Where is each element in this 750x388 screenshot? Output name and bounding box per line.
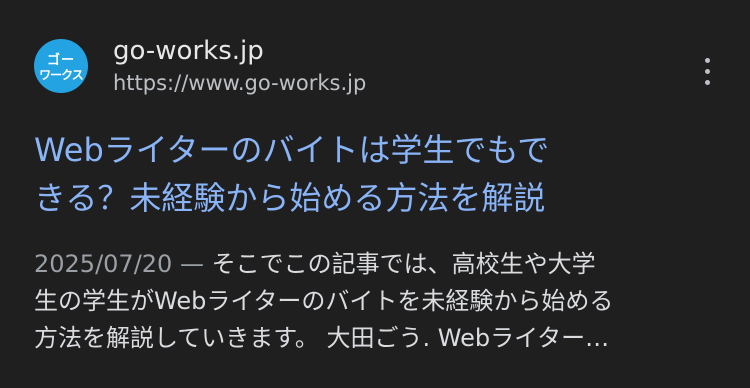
favicon-line-2: ワークス xyxy=(39,68,84,82)
search-result-card: ゴー ワークス go-works.jp https://www.go-works… xyxy=(0,0,750,388)
snippet-line-2: 生の学生がWebライターのバイトを未経験から始める xyxy=(34,287,614,315)
more-dot xyxy=(705,69,710,74)
snippet-line-1: 2025/07/20 — そこでこの記事では、高校生や大学 xyxy=(34,246,724,283)
result-title-link[interactable]: Webライターのバイトは学生でもで きる？未経験から始める方法を解説 xyxy=(34,126,724,222)
snippet-text: そこでこの記事では、高校生や大学 xyxy=(211,250,596,278)
snippet-line-3: 方法を解説していきます。 大田ごう. Webライター… xyxy=(34,324,610,352)
site-header[interactable]: ゴー ワークス go-works.jp https://www.go-works… xyxy=(34,36,724,96)
site-name: go-works.jp xyxy=(113,36,264,66)
more-dot xyxy=(705,80,710,85)
site-favicon: ゴー ワークス xyxy=(34,39,88,93)
result-date: 2025/07/20 xyxy=(34,250,173,278)
date-separator: — xyxy=(172,250,212,278)
more-vertical-icon[interactable] xyxy=(702,58,712,86)
title-line: Webライターのバイトは学生でもで xyxy=(34,131,550,169)
title-line: きる？未経験から始める方法を解説 xyxy=(34,179,546,217)
site-url: https://www.go-works.jp xyxy=(113,71,367,95)
more-dot xyxy=(705,58,710,63)
result-snippet: 2025/07/20 — そこでこの記事では、高校生や大学 生の学生がWebライ… xyxy=(34,246,724,357)
